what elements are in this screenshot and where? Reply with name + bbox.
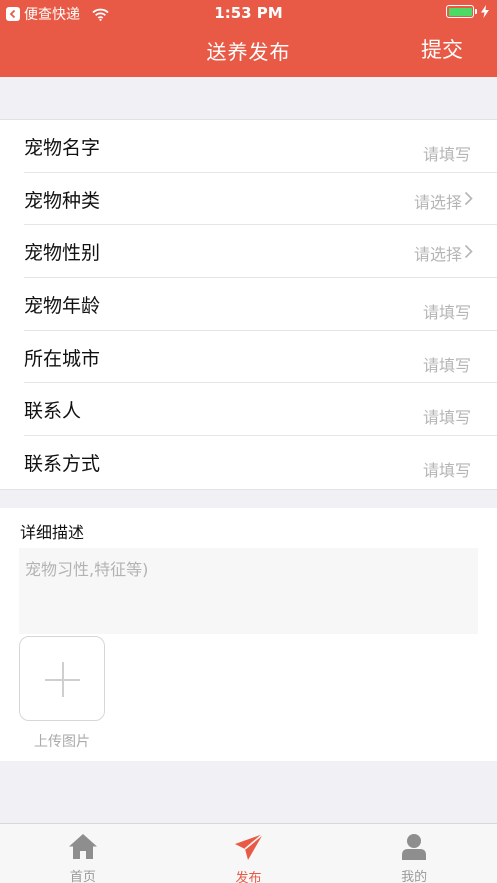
tab-home-label: 首页 [69, 870, 96, 883]
chevron-right-icon [464, 244, 473, 263]
form-row-label: 联系方式 [24, 452, 101, 475]
tab-mine-label: 我的 [401, 870, 428, 883]
form-row-placeholder: 请填写 [422, 355, 471, 375]
description-section: 详细描述 上传图片 [0, 508, 497, 761]
form-row-input[interactable]: 请填写 [423, 404, 471, 428]
status-right [446, 5, 489, 18]
battery-icon [446, 5, 477, 18]
form-row-input[interactable]: 请填写 [423, 299, 471, 323]
form-row-placeholder: 请填写 [422, 303, 471, 323]
form-row-label: 所在城市 [24, 347, 101, 370]
chevron-right-icon [464, 191, 473, 210]
form-row-select[interactable]: 请选择 [414, 189, 473, 213]
back-arrow-icon [6, 7, 20, 21]
top-bar: 便查快递 1:53 PM 送养发布 提交 [0, 0, 497, 77]
upload-image-button[interactable] [19, 636, 105, 721]
form-row-label: 宠物种类 [24, 189, 101, 212]
form-row-input[interactable]: 请填写 [423, 457, 471, 481]
form-row[interactable]: 宠物性别 请选择 [0, 225, 497, 278]
tab-mine[interactable]: 我的 [331, 824, 497, 883]
charging-bolt-icon [481, 5, 489, 18]
tab-bar: 首页 发布 我的 [0, 823, 497, 883]
back-app-label: 便查快递 [24, 7, 80, 23]
form-row[interactable]: 宠物种类 请选择 [0, 173, 497, 226]
form-row[interactable]: 宠物年龄 请填写 [0, 278, 497, 331]
form-row-select[interactable]: 请选择 [414, 241, 473, 265]
tab-publish-label: 发布 [235, 871, 262, 883]
tab-home[interactable]: 首页 [0, 824, 166, 883]
form-row-placeholder: 请选择 [413, 192, 462, 212]
submit-button[interactable]: 提交 [421, 34, 463, 64]
form-row-label: 宠物名字 [24, 136, 101, 159]
form-row-placeholder: 请填写 [422, 408, 471, 428]
form-row-label: 宠物性别 [24, 242, 101, 265]
tab-publish[interactable]: 发布 [166, 824, 332, 883]
status-bar: 便查快递 1:53 PM [0, 0, 497, 26]
user-icon [401, 833, 427, 864]
form-row[interactable]: 联系方式 请填写 [0, 436, 497, 489]
form-row[interactable]: 宠物名字 请填写 [0, 120, 497, 173]
form-row-input[interactable]: 请填写 [423, 352, 471, 376]
form-row-placeholder: 请选择 [413, 245, 462, 265]
form-row-placeholder: 请填写 [422, 145, 471, 164]
description-title: 详细描述 [20, 523, 85, 542]
home-icon [68, 833, 98, 864]
form-row-placeholder: 请填写 [422, 461, 471, 481]
pet-info-form: 宠物名字 请填写 宠物种类 请选择 宠物性别 请选择 宠物年龄 请填写 所在城市 请填写 联系人 请填… [0, 119, 497, 490]
back-to-app[interactable]: 便查快递 [6, 4, 109, 24]
upload-image-label: 上传图片 [34, 734, 90, 750]
form-row-label: 联系人 [24, 400, 82, 423]
form-row-label: 宠物年龄 [24, 294, 101, 317]
paper-plane-icon [234, 833, 264, 865]
wifi-icon [92, 8, 109, 21]
battery-level [448, 7, 472, 16]
form-row-input[interactable]: 请填写 [423, 141, 471, 165]
form-row[interactable]: 所在城市 请填写 [0, 331, 497, 384]
description-input[interactable] [19, 548, 478, 634]
form-row[interactable]: 联系人 请填写 [0, 383, 497, 436]
